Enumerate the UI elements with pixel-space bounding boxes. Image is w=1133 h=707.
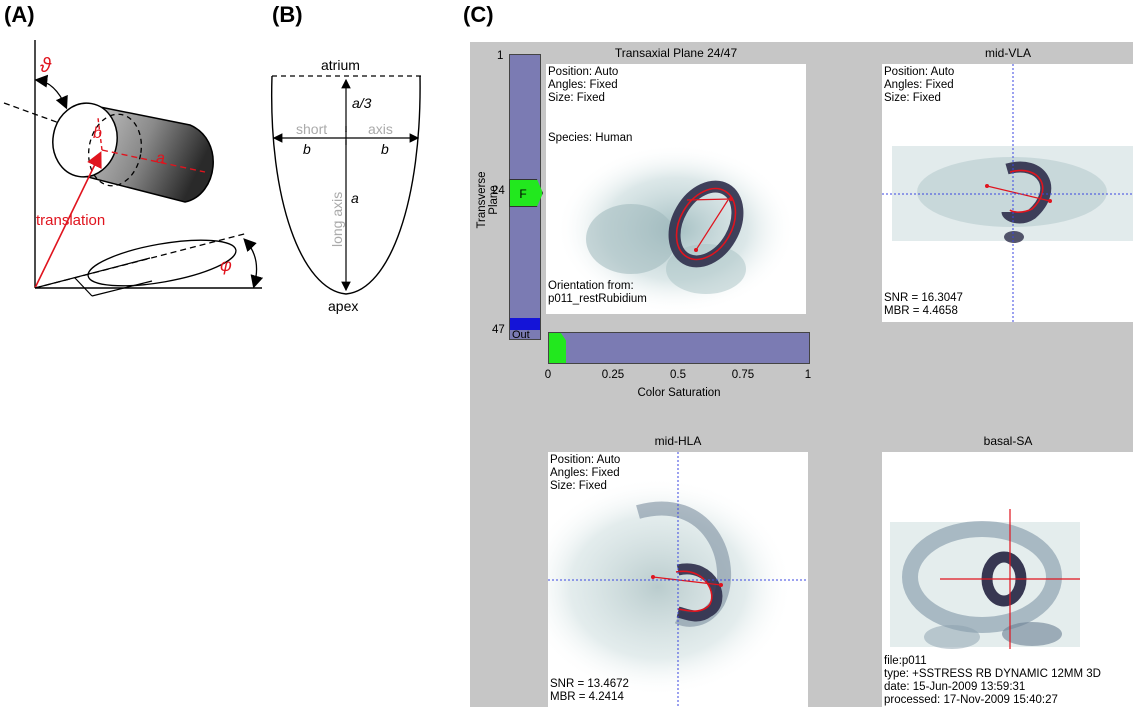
mid-vla-snr: SNR = 16.3047 [884,292,963,304]
theta-label: ϑ [40,55,52,77]
transaxial-orientation-from: Orientation from: [548,280,634,292]
basal-sa-processed: processed: 17-Nov-2009 15:40:27 [884,694,1058,706]
mid-vla-angles: Angles: Fixed [884,79,954,91]
basal-sa-image[interactable]: file:p011 type: +SSTRESS RB DYNAMIC 12MM… [882,452,1133,707]
mid-hla-angles: Angles: Fixed [550,467,620,479]
mid-hla-snr: SNR = 13.4672 [550,678,629,690]
basal-sa-date: date: 15-Jun-2009 13:59:31 [884,681,1026,693]
color-saturation-tick: 0.75 [731,369,755,381]
transaxial-species: Species: Human [548,132,633,144]
transaxial-image[interactable]: Position: Auto Angles: Fixed Size: Fixed… [546,64,806,314]
color-saturation-tick: 0 [544,369,552,381]
slider-handle[interactable]: F [509,179,543,207]
color-saturation-tick: 0.25 [601,369,625,381]
transaxial-title: Transaxial Plane 24/47 [614,46,738,60]
color-saturation-tick: 1 [804,369,812,381]
a-label: a [351,190,359,206]
mid-hla-position: Position: Auto [550,454,621,466]
transaxial-size: Size: Fixed [548,92,605,104]
short-label: short [296,121,327,137]
color-saturation-tick: 0.5 [670,369,686,381]
color-saturation-label: Color Saturation [637,387,721,399]
mid-hla-image[interactable]: Position: Auto Angles: Fixed Size: Fixed… [548,452,808,707]
b-label: b [93,125,102,142]
a-label: a [156,150,165,167]
basal-sa-file: file:p011 [884,655,927,667]
slider-top-value: 1 [497,50,504,62]
slider-axis-label: Transverse Plane [476,171,500,229]
mid-vla-title: mid-VLA [984,46,1031,60]
atrium-label: atrium [321,57,360,73]
color-saturation-handle[interactable] [549,333,566,363]
mid-hla-mbr: MBR = 4.2414 [550,691,624,703]
mid-vla-image[interactable]: Position: Auto Angles: Fixed Size: Fixed… [882,64,1133,322]
mid-hla-size: Size: Fixed [550,480,607,492]
transaxial-angles: Angles: Fixed [548,79,618,91]
translation-label: translation [36,212,105,229]
panel-label-c: (C) [463,2,494,27]
b-right-label: b [381,141,389,157]
phi-label: φ [220,255,232,275]
mid-vla-mbr: MBR = 4.4658 [884,305,958,317]
long-axis-label: long axis [329,192,345,247]
mid-vla-size: Size: Fixed [884,92,941,104]
axis-label: axis [368,121,393,137]
slider-bottom-value: 47 [492,324,505,336]
basal-sa-title: basal-SA [983,434,1033,448]
apex-label: apex [328,298,358,314]
transaxial-position: Position: Auto [548,66,619,78]
slider-out-label: Out [512,329,530,341]
software-screenshot: 1 24 47 Transverse Plane F Out Transaxia… [470,42,1133,707]
color-saturation-slider[interactable] [548,332,810,364]
b-left-label: b [303,141,311,157]
heart-geometry-diagram: atrium apex a/3 short axis b b a long ax… [270,57,424,314]
basal-sa-type: type: +SSTRESS RB DYNAMIC 12MM 3D [884,668,1101,680]
ellipsoid-diagram: ϑ b a translation φ [3,40,264,297]
mid-hla-title: mid-HLA [654,434,702,448]
a-third-label: a/3 [352,95,372,111]
transaxial-orientation-file: p011_restRubidium [548,293,647,305]
mid-vla-position: Position: Auto [884,66,955,78]
